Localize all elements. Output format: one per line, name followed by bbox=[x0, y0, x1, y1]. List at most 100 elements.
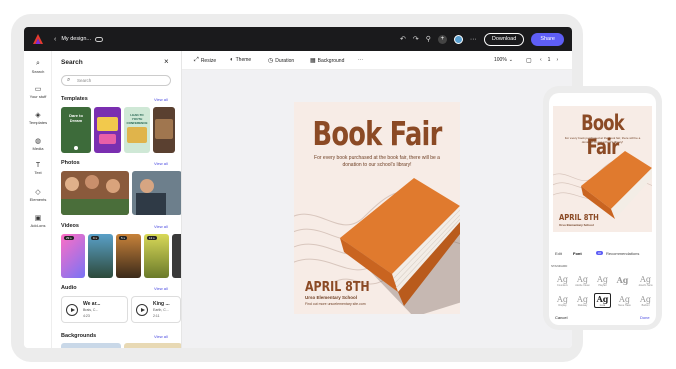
search-input[interactable]: ⌕ Search bbox=[61, 75, 171, 86]
resize-icon: ⤢ bbox=[194, 57, 199, 63]
background-icon: ▦ bbox=[310, 58, 316, 64]
theme-icon: ◐ bbox=[230, 57, 234, 63]
more-options-button[interactable]: ··· bbox=[358, 57, 363, 63]
font-option[interactable]: Ag Founders bbox=[554, 275, 571, 287]
zoom-select[interactable]: 100% ⌄ bbox=[494, 57, 513, 63]
chevron-right-icon[interactable]: › bbox=[556, 57, 558, 63]
duration-button[interactable]: ◷ Duration bbox=[268, 57, 294, 65]
location-pin-icon[interactable]: ⚲ bbox=[426, 35, 431, 43]
phone-poster-description[interactable]: For every book purchased at the book fai… bbox=[561, 136, 644, 145]
phone-poster-title[interactable]: Book Fair bbox=[564, 111, 641, 159]
phone-poster-date[interactable]: APRIL 8TH bbox=[559, 213, 599, 222]
undo-icon[interactable]: ↶ bbox=[400, 35, 406, 43]
play-icon[interactable] bbox=[136, 304, 148, 316]
rail-item-search[interactable]: ⌕ Search bbox=[24, 60, 52, 74]
panel-title: Search bbox=[61, 59, 83, 66]
resize-button[interactable]: ⤢ Resize bbox=[194, 57, 216, 64]
more-icon[interactable]: ··· bbox=[470, 36, 477, 43]
background-button[interactable]: ▦ Background bbox=[310, 57, 344, 65]
add-collaborator-icon[interactable]: + bbox=[437, 34, 447, 44]
view-all-templates-link[interactable]: View all bbox=[154, 97, 168, 102]
photo-thumb[interactable] bbox=[61, 171, 129, 215]
view-all-photos-link[interactable]: View all bbox=[154, 161, 168, 166]
poster[interactable]: Book Fair For every book purchased at th… bbox=[294, 102, 460, 314]
tab-font[interactable]: Font bbox=[573, 251, 582, 256]
audio-item[interactable]: We ar... Brais, C... 4:23 bbox=[61, 296, 128, 323]
document-title[interactable]: My design... bbox=[61, 36, 91, 42]
app-window: ‹ My design... ↶ ↷ ⚲ + ··· Download Shar… bbox=[24, 27, 572, 348]
standard-label: STANDARD bbox=[551, 264, 568, 268]
rail-item-elements[interactable]: ◇ Elements bbox=[24, 188, 52, 202]
media-icon: ◍ bbox=[34, 138, 42, 145]
font-option[interactable]: Ag Display bbox=[554, 295, 571, 307]
poster-title[interactable]: Book Fair bbox=[312, 114, 442, 153]
view-all-videos-link[interactable]: View all bbox=[154, 224, 168, 229]
templates-icon: ◈ bbox=[35, 112, 41, 119]
ai-badge: AI bbox=[596, 251, 603, 255]
poster-school[interactable]: Urso Elementary School bbox=[305, 295, 357, 300]
search-panel: Search × ⌕ Search Templates View all Dare… bbox=[52, 51, 182, 348]
chevron-left-icon[interactable]: ‹ bbox=[540, 57, 542, 63]
view-all-backgrounds-link[interactable]: View all bbox=[154, 334, 168, 339]
app-logo-icon[interactable] bbox=[32, 33, 44, 45]
done-button[interactable]: Done bbox=[640, 315, 650, 320]
addons-icon: ▣ bbox=[34, 215, 42, 222]
font-option[interactable]: Ag Playfair bbox=[594, 275, 611, 287]
editor-toolbar: ⤢ Resize ◐ Theme ◷ Duration ▦ Background ···… bbox=[182, 51, 572, 70]
video-thumb[interactable]: 13 s bbox=[144, 234, 169, 278]
tab-edit[interactable]: Edit bbox=[555, 251, 562, 256]
section-videos: Videos bbox=[61, 223, 79, 229]
phone-poster[interactable]: Book Fair For every book purchased at th… bbox=[553, 106, 652, 232]
template-thumb[interactable] bbox=[94, 107, 121, 153]
video-thumb[interactable]: 29 s bbox=[61, 234, 85, 278]
background-thumb[interactable] bbox=[61, 343, 121, 348]
tab-recommendations[interactable]: Recommendations bbox=[606, 251, 639, 256]
share-button[interactable]: Share bbox=[531, 32, 564, 46]
poster-website[interactable]: Find out more ursoelementary site.com bbox=[305, 302, 366, 306]
font-option[interactable]: Ag Raleway bbox=[574, 295, 591, 307]
view-all-audio-link[interactable]: View all bbox=[154, 286, 168, 291]
font-option[interactable]: Ag Neue Haas bbox=[616, 295, 633, 307]
close-icon[interactable]: × bbox=[164, 57, 169, 66]
rail-item-add-ons[interactable]: ▣ Add-ons bbox=[24, 214, 52, 228]
cancel-button[interactable]: Cancel bbox=[555, 315, 567, 320]
theme-button[interactable]: ◐ Theme bbox=[230, 57, 251, 63]
template-thumb[interactable]: Dare to Dream bbox=[61, 107, 91, 153]
redo-icon[interactable]: ↷ bbox=[413, 35, 419, 43]
play-icon[interactable] bbox=[66, 304, 78, 316]
pages-icon[interactable]: ▢ bbox=[526, 57, 532, 64]
poster-date[interactable]: APRIL 8TH bbox=[305, 280, 370, 295]
text-icon: T bbox=[35, 162, 41, 169]
section-backgrounds: Backgrounds bbox=[61, 333, 97, 339]
font-option[interactable]: Ag Adobe Clean bbox=[574, 275, 591, 287]
search-icon: ⌕ bbox=[67, 77, 71, 83]
folder-icon: ▭ bbox=[34, 86, 42, 93]
background-thumb[interactable] bbox=[124, 343, 181, 348]
rail-item-text[interactable]: T Text bbox=[24, 162, 52, 175]
audio-item[interactable]: King ... Earth, C... 2:11 bbox=[131, 296, 181, 323]
font-option[interactable]: Ag Josefin Sans bbox=[637, 275, 654, 287]
cloud-icon bbox=[95, 36, 103, 42]
chevron-down-icon: ⌄ bbox=[508, 57, 513, 63]
template-thumb[interactable]: LEAD-TO YOUTH CONFERENCE bbox=[124, 107, 150, 153]
rail-item-your-stuff[interactable]: ▭ Your stuff bbox=[24, 85, 52, 99]
avatar[interactable] bbox=[453, 34, 463, 44]
font-option[interactable]: Ag bbox=[614, 275, 631, 285]
page-nav[interactable]: ‹ 1 › bbox=[540, 57, 558, 63]
top-bar: ‹ My design... ↶ ↷ ⚲ + ··· Download Shar… bbox=[24, 27, 572, 51]
video-thumb[interactable]: 5 s bbox=[116, 234, 141, 278]
font-option-selected[interactable]: Ag Lora bbox=[594, 293, 611, 308]
rail-item-templates[interactable]: ◈ Templates bbox=[24, 111, 52, 125]
photo-thumb[interactable] bbox=[132, 171, 181, 215]
video-thumb[interactable] bbox=[172, 234, 181, 278]
video-thumb[interactable]: 9 s bbox=[88, 234, 113, 278]
font-option[interactable]: Ag Bodoni bbox=[637, 295, 654, 307]
poster-description[interactable]: For every book purchased at the book fai… bbox=[308, 155, 446, 169]
template-thumb[interactable] bbox=[153, 107, 175, 153]
design-canvas[interactable]: Book Fair For every book purchased at th… bbox=[182, 70, 572, 348]
rail-item-media[interactable]: ◍ Media bbox=[24, 137, 52, 151]
phone-poster-school[interactable]: Urso Elementary School bbox=[559, 223, 594, 227]
download-button[interactable]: Download bbox=[483, 32, 525, 46]
clock-icon: ◷ bbox=[268, 58, 274, 64]
chevron-left-icon[interactable]: ‹ bbox=[54, 36, 56, 43]
